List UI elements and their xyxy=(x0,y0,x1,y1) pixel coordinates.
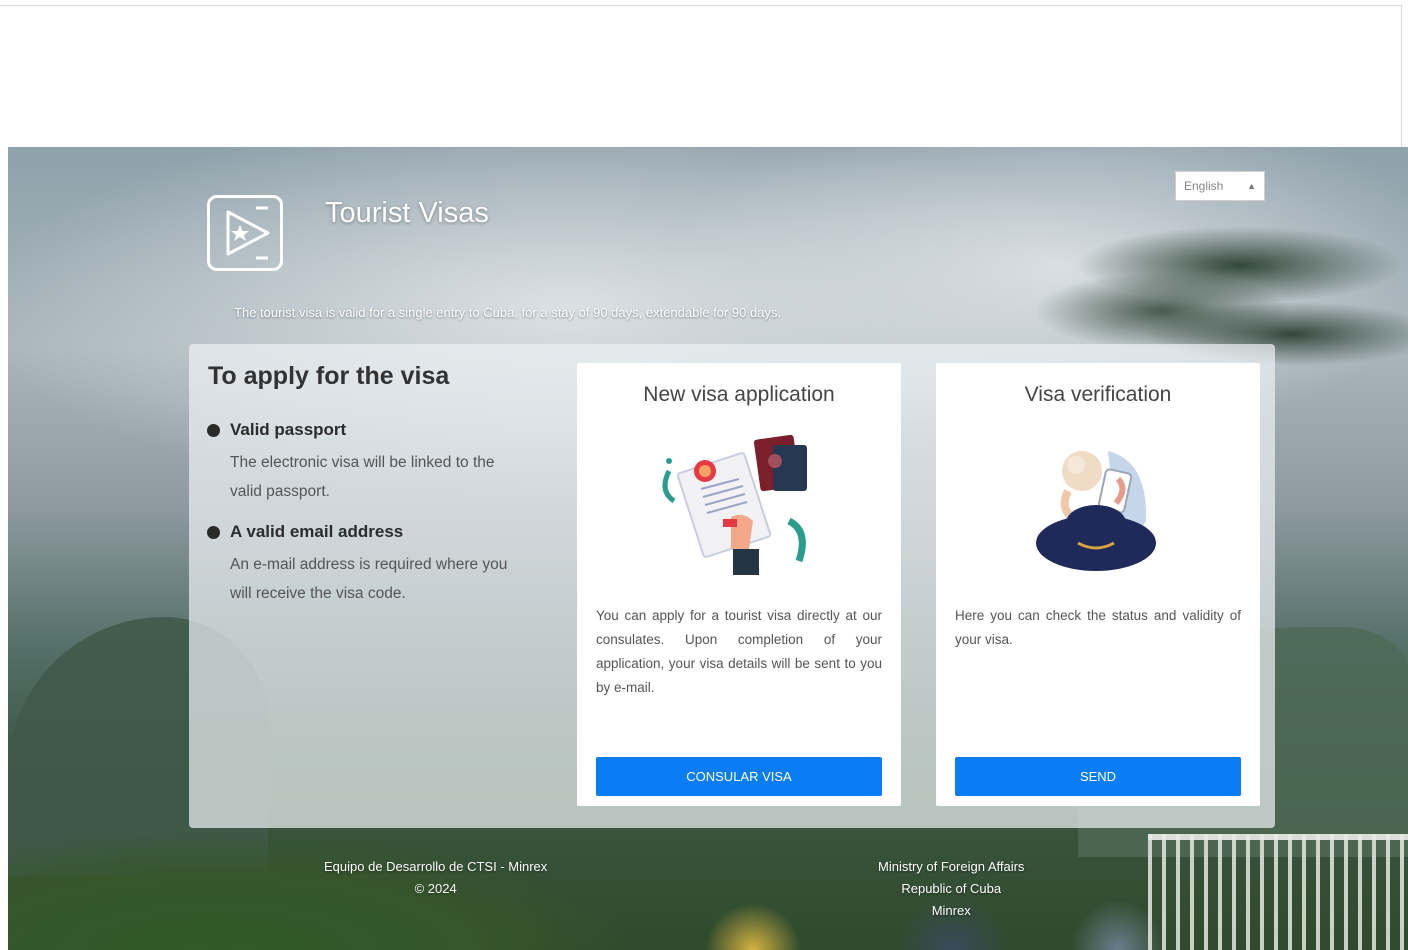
requirement-text: An e-mail address is required where you … xyxy=(230,556,508,602)
main-panel: To apply for the visa Valid passport The… xyxy=(189,344,1275,828)
requirement-heading: A valid email address xyxy=(230,522,404,541)
footer-developer-credits: Equipo de Desarrollo de CTSI - Minrex © … xyxy=(324,856,547,900)
balcony-railing xyxy=(1148,834,1408,950)
visa-verification-card: Visa verification Here you can check the… xyxy=(936,363,1260,806)
footer-republic: Republic of Cuba xyxy=(901,881,1002,896)
top-blank-frame xyxy=(0,5,1402,147)
logo-icon[interactable] xyxy=(207,195,283,271)
requirement-item-passport: Valid passport The electronic visa will … xyxy=(207,420,537,506)
consular-visa-button[interactable]: CONSULAR VISA xyxy=(596,757,882,796)
bullet-icon xyxy=(207,526,220,539)
footer-minrex: Minrex xyxy=(931,903,971,918)
site-title: Tourist Visas xyxy=(325,197,489,229)
card-title: Visa verification xyxy=(1024,383,1172,406)
language-select-value: English xyxy=(1184,179,1224,193)
requirements-title: To apply for the visa xyxy=(208,362,450,390)
footer-dev-team: Equipo de Desarrollo de CTSI - Minrex xyxy=(324,859,548,874)
card-description: You can apply for a tourist visa directl… xyxy=(596,608,882,695)
requirement-item-email: A valid email address An e-mail address … xyxy=(207,522,537,608)
chevron-down-icon: ▲ xyxy=(1247,181,1256,191)
card-title: New visa application xyxy=(643,383,835,406)
footer-copyright: © 2024 xyxy=(414,881,457,896)
requirement-heading: Valid passport xyxy=(230,420,347,439)
hero-background: English ▲ Tourist Visas The tourist visa… xyxy=(8,147,1408,950)
send-button[interactable]: SEND xyxy=(955,757,1241,796)
bullet-icon xyxy=(207,424,220,437)
documents-passport-icon xyxy=(639,431,839,581)
person-phone-icon xyxy=(998,431,1198,581)
requirement-text: The electronic visa will be linked to th… xyxy=(230,454,495,500)
footer-ministry-name: Ministry of Foreign Affairs xyxy=(878,859,1025,874)
card-description: Here you can check the status and validi… xyxy=(955,608,1241,647)
new-visa-application-card: New visa application You can apply for a… xyxy=(577,363,901,806)
footer-ministry: Ministry of Foreign Affairs Republic of … xyxy=(878,856,1024,922)
language-select[interactable]: English ▲ xyxy=(1175,171,1265,201)
visa-tagline: The tourist visa is valid for a single e… xyxy=(234,305,782,320)
